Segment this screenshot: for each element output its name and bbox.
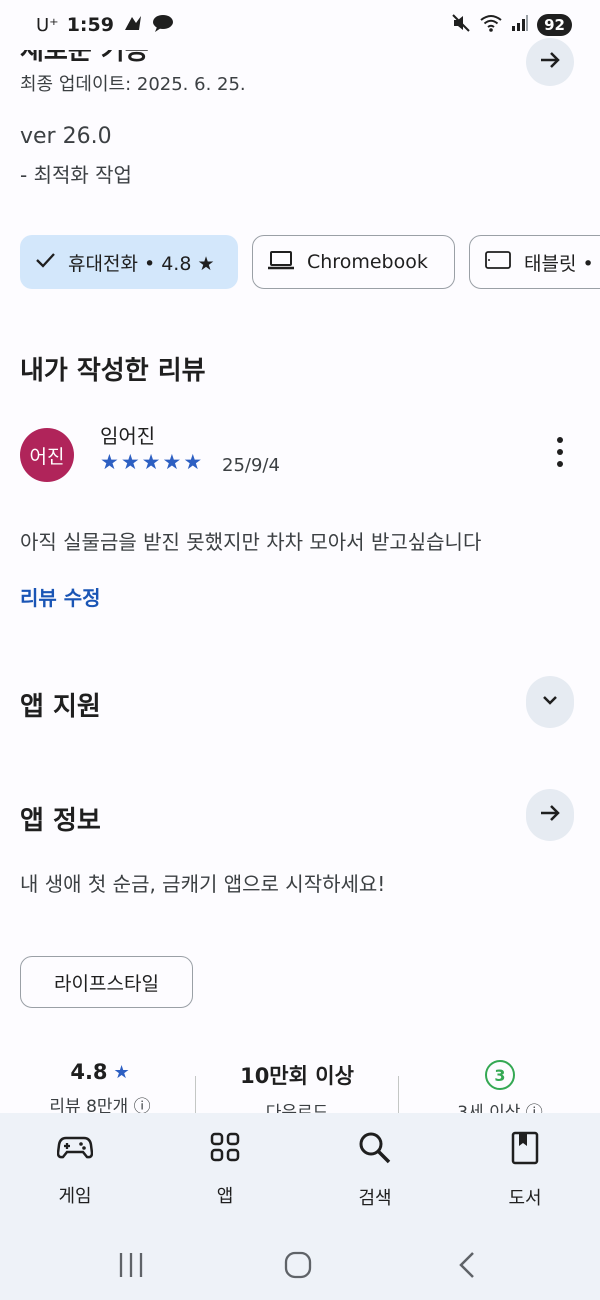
home-button[interactable] [278,1247,318,1287]
whats-new-arrow-button[interactable] [526,38,574,86]
release-note-text: - 최적화 작업 [20,163,132,187]
system-navigation-bar [0,1233,600,1300]
app-info-title: 앱 정보 [20,806,101,836]
app-support-expand-button[interactable] [526,676,574,728]
nav-item-books[interactable]: 도서 [465,1131,585,1210]
version-text: ver 26.0 [20,124,112,149]
apps-grid-icon [209,1131,241,1168]
chip-phone-label: 휴대전화 • 4.8 ★ [68,252,215,275]
laptop-icon [267,249,295,276]
bottom-navigation: 게임 앱 검색 도서 [0,1113,600,1233]
chip-tablet-label: 태블릿 • 4 [524,252,600,275]
stat-rating: 4.8 ★ 리뷰 8만개 ⓘ [0,1060,200,1117]
chevron-down-icon [539,689,561,715]
chip-phone[interactable]: 휴대전화 • 4.8 ★ [20,235,238,289]
nav-books-label: 도서 [508,1188,542,1209]
app-stats-row: 4.8 ★ 리뷰 8만개 ⓘ 10만회 이상 다운로드 3 3세 이상 ⓘ [0,1060,600,1123]
mute-icon [451,13,471,38]
book-icon [510,1131,540,1170]
notification-icon [122,13,144,38]
review-more-button[interactable] [545,437,575,473]
my-review-title: 내가 작성한 리뷰 [20,356,206,386]
stat-divider [398,1076,399,1114]
carrier-label: U⁺ [36,14,59,36]
recents-button[interactable] [111,1247,151,1287]
stat-rating-value: 4.8 [70,1060,108,1084]
stat-downloads-value: 10만회 이상 [240,1064,354,1088]
category-chip-label: 라이프스타일 [54,972,159,995]
avatar-text: 어진 [29,445,65,468]
stat-age-value-row: 3 [400,1060,600,1090]
tablet-icon [484,249,512,276]
more-vert-icon [557,437,563,467]
chat-bubble-icon [152,13,174,38]
nav-search-label: 검색 [358,1188,392,1209]
edit-review-link[interactable]: 리뷰 수정 [20,582,101,611]
star-icon: ★ [100,450,119,474]
stat-divider [195,1076,196,1114]
wifi-icon [479,13,503,38]
arrow-right-icon [537,47,563,77]
back-icon [455,1250,479,1284]
recents-icon [116,1251,146,1283]
battery-indicator: 92 [537,14,572,36]
avatar: 어진 [20,428,74,482]
gamepad-icon [56,1131,94,1168]
star-icon: ★ [141,450,161,474]
app-description: 내 생애 첫 순금, 금캐기 앱으로 시작하세요! [20,872,386,896]
status-right: 92 [451,13,572,38]
chip-chromebook-label: Chromebook [307,251,428,273]
nav-item-games[interactable]: 게임 [15,1131,135,1208]
nav-item-apps[interactable]: 앱 [165,1131,285,1208]
stat-rating-value-row: 4.8 ★ [0,1060,200,1084]
chip-chromebook[interactable]: Chromebook [252,235,455,289]
star-icon: ★ [113,1061,130,1083]
status-bar: U⁺ 1:59 92 [0,0,600,50]
review-date: 25/9/4 [222,455,280,476]
check-icon [34,249,56,276]
star-icon: ★ [183,450,203,474]
review-author: 임어진 [100,424,156,448]
app-support-title: 앱 지원 [20,692,101,722]
status-left: U⁺ 1:59 [36,13,174,38]
review-body: 아직 실물금을 받진 못했지만 차차 모아서 받고싶습니다 [20,530,482,554]
review-rating-stars: ★ ★ ★ ★ ★ [100,451,202,473]
star-icon: ★ [162,450,182,474]
back-button[interactable] [447,1247,487,1287]
category-chip[interactable]: 라이프스타일 [20,956,193,1008]
status-time: 1:59 [66,14,114,36]
chip-tablet[interactable]: 태블릿 • 4 [469,235,600,289]
arrow-right-icon [537,800,563,830]
app-info-arrow-button[interactable] [526,789,574,841]
signal-icon [511,14,529,37]
last-updated-text: 최종 업데이트: 2025. 6. 25. [20,74,246,95]
home-icon [283,1250,313,1284]
search-icon [358,1131,392,1170]
star-icon: ★ [120,450,140,474]
nav-item-search[interactable]: 검색 [315,1131,435,1210]
nav-apps-label: 앱 [216,1186,234,1207]
nav-games-label: 게임 [58,1186,92,1207]
age-rating-badge: 3 [485,1060,515,1090]
